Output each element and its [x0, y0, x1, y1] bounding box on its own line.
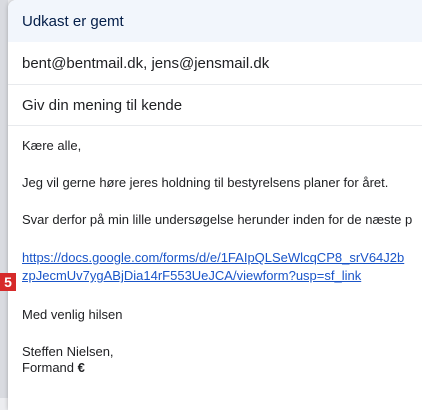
compose-header[interactable]: Udkast er gemt: [8, 0, 422, 42]
form-link[interactable]: https://docs.google.com/forms/d/e/1FAIpQ…: [22, 249, 422, 285]
step-number-badge: 5: [0, 273, 16, 291]
recipients-value: bent@bentmail.dk, jens@jensmail.dk: [22, 54, 270, 72]
body-paragraph-1: Jeg vil gerne høre jeres holdning til be…: [22, 175, 389, 190]
draft-status-title: Udkast er gemt: [22, 12, 124, 30]
form-link-line-1[interactable]: https://docs.google.com/forms/d/e/1FAIpQ…: [22, 249, 422, 267]
signature-title: Formand: [22, 360, 75, 375]
subject-value: Giv din mening til kende: [22, 96, 183, 114]
form-link-line-2[interactable]: zpJecmUv7ygABjDia14rF553UeJCA/viewform?u…: [22, 267, 422, 285]
signature: Steffen Nielsen, Formand €: [22, 344, 422, 376]
compose-window: Udkast er gemt bent@bentmail.dk, jens@je…: [8, 0, 422, 410]
recipients-field[interactable]: bent@bentmail.dk, jens@jensmail.dk: [8, 42, 422, 85]
greeting-text: Kære alle,: [22, 138, 82, 153]
background-panel: [0, 0, 8, 398]
message-body[interactable]: Kære alle, Jeg vil gerne høre jeres hold…: [8, 126, 422, 376]
body-paragraph-2: Svar derfor på min lille undersøgelse he…: [22, 212, 413, 227]
subject-field[interactable]: Giv din mening til kende: [8, 85, 422, 126]
signature-title-line: Formand €: [22, 360, 422, 376]
signature-name: Steffen Nielsen,: [22, 344, 114, 359]
euro-mark: €: [77, 360, 85, 375]
closing-text: Med venlig hilsen: [22, 307, 123, 322]
